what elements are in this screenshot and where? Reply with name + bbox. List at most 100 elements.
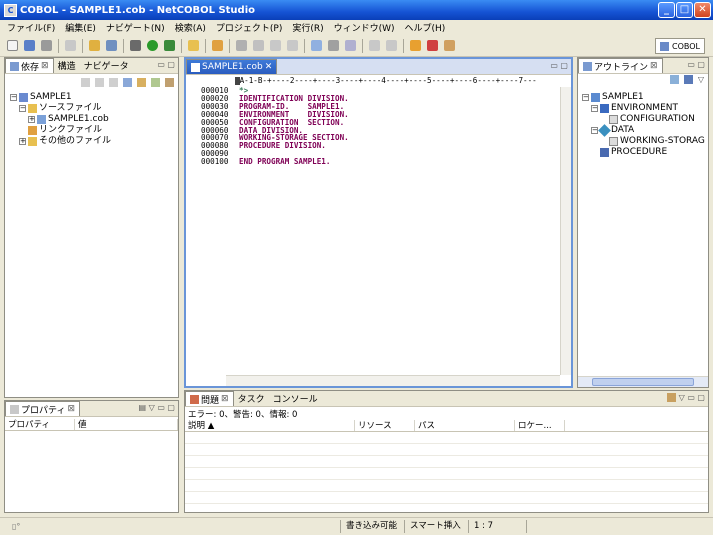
code-area[interactable]: 000010 *> 000020 IDENTIFICATION DIVISION. …: [201, 87, 349, 166]
unlink-icon[interactable]: [386, 40, 397, 51]
close-button[interactable]: ✕: [694, 2, 711, 18]
outline-horizontal-scrollbar[interactable]: [578, 376, 708, 387]
scroll-thumb[interactable]: [592, 378, 694, 386]
tree-item[interactable]: リンクファイル: [10, 125, 111, 136]
editor-vertical-scrollbar[interactable]: [560, 87, 571, 375]
tree-item[interactable]: − SAMPLE1: [10, 92, 111, 103]
build-all-icon[interactable]: [106, 40, 117, 51]
copy-icon[interactable]: [253, 40, 264, 51]
outline-panel: アウトライン ⊠ ▭ ▢ ▽ − SAMPLE1 − ENVIRONMENT CON…: [577, 57, 709, 388]
menu-search[interactable]: 検索(A): [170, 21, 211, 34]
outline-toolbar: ▽: [669, 75, 704, 84]
menu-run[interactable]: 実行(R): [287, 21, 328, 34]
dependency-panel: 依存 ⊠ 構造 ナビゲータ ▭ ▢ − SAMPLE1 − ソースファイル + SAM…: [4, 57, 179, 398]
wizard-icon[interactable]: [444, 40, 455, 51]
panel-minmax-icon[interactable]: ▭ ▢: [157, 60, 175, 69]
hide-fields-icon[interactable]: [683, 75, 693, 84]
tab-close-icon[interactable]: ✕: [265, 62, 273, 72]
dependency-toolbar: [81, 75, 174, 89]
menu-project[interactable]: プロジェクト(P): [211, 21, 287, 34]
print-icon[interactable]: [41, 40, 52, 51]
undo-icon[interactable]: [65, 40, 76, 51]
forward-nav-icon[interactable]: [95, 77, 104, 87]
tab-close-icon[interactable]: ⊠: [221, 394, 229, 404]
app-icon: C: [4, 3, 17, 17]
find-icon[interactable]: [311, 40, 322, 51]
tab-problems[interactable]: 問題 ⊠: [185, 391, 234, 406]
perspective-switcher[interactable]: COBOL: [655, 38, 705, 54]
link-icon: [28, 126, 37, 135]
tree-item[interactable]: − DATA: [582, 124, 705, 137]
paste-icon[interactable]: [345, 40, 356, 51]
status-writable: 書き込み可能: [340, 520, 397, 533]
panel-minmax-icon[interactable]: ▤ ▽ ▭ ▢: [139, 403, 175, 412]
run-external-icon[interactable]: [164, 40, 175, 51]
debug-icon[interactable]: [130, 40, 141, 51]
new-icon[interactable]: [7, 40, 18, 51]
breakpoint-icon[interactable]: [427, 40, 438, 51]
code-line: 000100 END PROGRAM SAMPLE1.: [201, 157, 331, 167]
tab-dependency[interactable]: 依存 ⊠: [5, 58, 54, 73]
tree-item[interactable]: + その他のファイル: [10, 136, 111, 147]
menu-navigate[interactable]: ナビゲート(N): [101, 21, 170, 34]
column-resource[interactable]: リソース: [355, 420, 415, 431]
tab-sample1-cob[interactable]: SAMPLE1.cob ✕: [186, 59, 278, 74]
problems-icon: [190, 394, 199, 404]
filter-icon[interactable]: [667, 393, 677, 402]
tree-item[interactable]: CONFIGURATION: [582, 114, 705, 125]
tree-item[interactable]: − SAMPLE1: [582, 92, 705, 103]
tab-navigator[interactable]: ナビゲータ: [80, 58, 133, 73]
column-value[interactable]: 値: [75, 419, 178, 430]
panel-minmax-icon[interactable]: ▽ ▭ ▢: [667, 393, 705, 402]
menu-help[interactable]: ヘルプ(H): [400, 21, 451, 34]
tree-item[interactable]: WORKING-STORAG: [582, 136, 705, 147]
bookmark-icon[interactable]: [410, 40, 421, 51]
panel-minmax-icon[interactable]: ▭ ▢: [550, 61, 568, 70]
back-icon[interactable]: [270, 40, 281, 51]
column-path[interactable]: パス: [415, 420, 515, 431]
tab-close-icon[interactable]: ⊠: [41, 61, 49, 71]
cobol-perspective-icon: [660, 41, 670, 51]
column-property[interactable]: プロパティ: [5, 419, 75, 430]
forward-icon[interactable]: [287, 40, 298, 51]
perspective-label: COBOL: [672, 41, 700, 51]
filter-icon[interactable]: [151, 77, 160, 87]
menu-icon[interactable]: [165, 77, 174, 87]
menu-edit[interactable]: 編集(E): [60, 21, 101, 34]
tab-close-icon[interactable]: ⊠: [67, 404, 75, 414]
column-description[interactable]: 説明 ▲: [185, 420, 355, 431]
build-icon[interactable]: [89, 40, 100, 51]
panel-minmax-icon[interactable]: ▭ ▢: [687, 60, 705, 69]
menu-file[interactable]: ファイル(F): [2, 21, 60, 34]
tree-item[interactable]: PROCEDURE: [582, 147, 705, 158]
view-menu-icon[interactable]: ▽: [698, 75, 704, 84]
tree-item[interactable]: − ソースファイル: [10, 103, 111, 114]
tab-structure[interactable]: 構造: [54, 58, 80, 73]
tab-close-icon[interactable]: ⊠: [650, 61, 658, 71]
fast-view-icon[interactable]: ▯°: [12, 522, 20, 531]
up-nav-icon[interactable]: [109, 77, 118, 87]
open-folder-icon[interactable]: [212, 40, 223, 51]
replace-icon[interactable]: [328, 40, 339, 51]
link-icon[interactable]: [369, 40, 380, 51]
tab-console[interactable]: コンソール: [269, 391, 322, 406]
run-icon[interactable]: [147, 40, 158, 51]
sort-icon[interactable]: [669, 75, 679, 84]
tab-properties[interactable]: プロパティ ⊠: [5, 401, 81, 416]
tree-item[interactable]: + SAMPLE1.cob: [10, 114, 111, 125]
collapse-all-icon[interactable]: [123, 77, 132, 87]
column-location[interactable]: ロケー...: [515, 420, 565, 431]
tab-outline[interactable]: アウトライン ⊠: [578, 58, 663, 73]
maximize-button[interactable]: □: [676, 2, 693, 18]
tab-tasks[interactable]: タスク: [234, 391, 269, 406]
pencil-icon[interactable]: [188, 40, 199, 51]
save-icon[interactable]: [24, 40, 35, 51]
editor-horizontal-scrollbar[interactable]: [226, 375, 560, 386]
back-nav-icon[interactable]: [81, 77, 90, 87]
menu-window[interactable]: ウィンドウ(W): [329, 21, 400, 34]
link-editor-icon[interactable]: [137, 77, 146, 87]
tree-item[interactable]: − ENVIRONMENT: [582, 103, 705, 114]
cobol-file-icon: [191, 62, 200, 72]
cut-icon[interactable]: [236, 40, 247, 51]
minimize-button[interactable]: _: [658, 2, 675, 18]
